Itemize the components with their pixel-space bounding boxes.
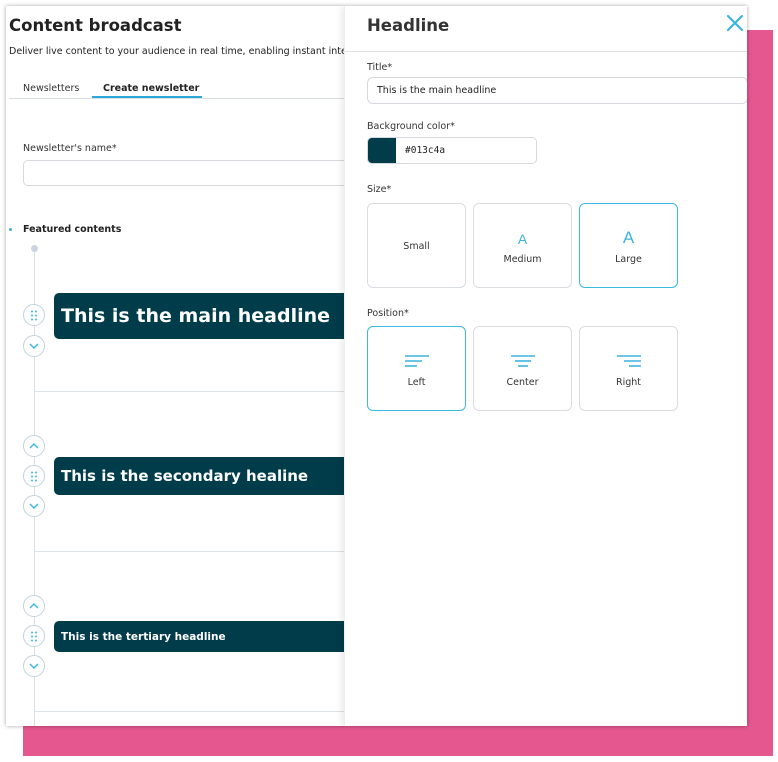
align-left-icon (405, 355, 429, 367)
headline-card-secondary[interactable]: This is the secondary healine (54, 457, 354, 495)
move-up-chevron-icon[interactable] (23, 435, 45, 457)
position-option-left[interactable]: Left (367, 326, 466, 411)
headline-card-tertiary[interactable]: This is the tertiary headline (54, 621, 354, 652)
tab-bar: Newsletters Create newsletter (9, 80, 369, 99)
move-down-chevron-icon[interactable] (23, 335, 45, 357)
drag-handle-icon[interactable] (23, 625, 45, 647)
move-down-chevron-icon[interactable] (23, 495, 45, 517)
tab-newsletters[interactable]: Newsletters (23, 83, 79, 94)
large-font-icon: A (622, 228, 635, 247)
size-label: Size* (367, 184, 392, 195)
headline-editor-panel: Headline Title* Background color* #013c4… (344, 6, 747, 726)
newsletter-name-input[interactable] (23, 160, 363, 186)
newsletter-name-label: Newsletter's name* (23, 143, 117, 154)
size-option-label: Large (615, 254, 642, 265)
title-label: Title* (367, 62, 393, 73)
divider (35, 391, 355, 392)
timeline-start-dot (31, 245, 38, 252)
position-option-label: Center (506, 377, 539, 388)
align-center-icon (511, 355, 535, 367)
tab-create-newsletter[interactable]: Create newsletter (103, 83, 199, 94)
divider (35, 711, 355, 712)
position-option-label: Left (407, 377, 426, 388)
page-subtitle: Deliver live content to your audience in… (9, 46, 380, 57)
drag-handle-icon[interactable] (23, 304, 45, 326)
featured-contents-label: Featured contents (23, 224, 122, 235)
app-window: Content broadcast Deliver live content t… (6, 6, 747, 726)
size-option-small[interactable]: Small (367, 203, 466, 288)
size-option-large[interactable]: A Large (579, 203, 678, 288)
position-option-right[interactable]: Right (579, 326, 678, 411)
drag-handle-icon[interactable] (23, 465, 45, 487)
move-down-chevron-icon[interactable] (23, 655, 45, 677)
bullet-icon (9, 228, 12, 231)
medium-font-icon: A (517, 231, 528, 247)
position-label: Position* (367, 308, 409, 319)
panel-title: Headline (367, 16, 450, 35)
background-color-field[interactable]: #013c4a (367, 137, 537, 164)
move-up-chevron-icon[interactable] (23, 595, 45, 617)
active-tab-indicator (92, 96, 202, 98)
background-color-label: Background color* (367, 121, 455, 132)
position-option-label: Right (615, 377, 642, 388)
color-value: #013c4a (405, 145, 446, 156)
headline-card-main[interactable]: This is the main headline (54, 293, 354, 339)
align-right-icon (617, 355, 641, 367)
panel-divider (345, 51, 747, 52)
divider (35, 551, 355, 552)
color-swatch[interactable] (368, 138, 396, 163)
position-option-center[interactable]: Center (473, 326, 572, 411)
size-option-medium[interactable]: A Medium (473, 203, 572, 288)
size-option-label: Medium (503, 254, 542, 265)
size-option-label: Small (403, 241, 430, 252)
close-icon[interactable] (725, 14, 745, 34)
title-input[interactable] (367, 77, 747, 104)
page-title: Content broadcast (9, 16, 182, 35)
